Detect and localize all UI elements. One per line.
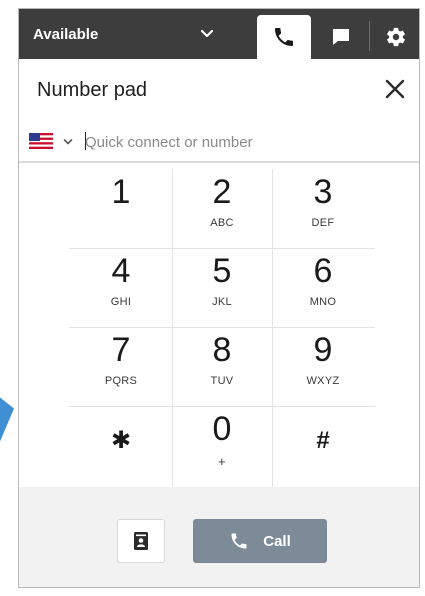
contact-book-icon xyxy=(134,532,148,550)
close-button[interactable] xyxy=(379,73,411,105)
tab-phone[interactable] xyxy=(257,15,311,59)
key-digit: 4 xyxy=(111,252,131,290)
key-8[interactable]: 8 TUV xyxy=(172,327,272,405)
gear-icon xyxy=(387,27,405,47)
close-icon xyxy=(385,79,405,99)
key-letters: JKL xyxy=(212,296,232,308)
phone-icon xyxy=(275,28,293,46)
key-4[interactable]: 4 GHI xyxy=(71,248,171,326)
us-flag-icon[interactable] xyxy=(29,133,53,149)
key-letters: MNO xyxy=(309,296,337,308)
chevron-down-icon xyxy=(200,29,214,38)
key-digit: 7 xyxy=(111,331,131,369)
key-digit: 6 xyxy=(313,252,333,290)
key-1[interactable]: 1 xyxy=(71,169,171,247)
key-letters: WXYZ xyxy=(306,375,340,387)
country-chevron-down-icon[interactable] xyxy=(63,137,73,147)
ccp-softphone-panel: Available Number pad Quick connect or nu… xyxy=(18,8,420,588)
key-digit: 8 xyxy=(212,331,232,369)
key-digit: 2 xyxy=(212,173,232,211)
top-bar: Available xyxy=(19,9,419,59)
tab-divider xyxy=(369,21,370,51)
call-button-label: Call xyxy=(263,532,291,550)
key-6[interactable]: 6 MNO xyxy=(273,248,373,326)
key-5[interactable]: 5 JKL xyxy=(172,248,272,326)
key-letters: GHI xyxy=(110,296,132,308)
key-digit: ✱ xyxy=(110,427,132,454)
chat-icon xyxy=(333,29,349,45)
tab-chat[interactable] xyxy=(317,15,365,59)
key-2[interactable]: 2 ABC xyxy=(172,169,272,247)
call-button[interactable]: Call xyxy=(193,519,327,563)
agent-status-label: Available xyxy=(33,25,99,43)
key-3[interactable]: 3 DEF xyxy=(273,169,373,247)
key-0[interactable]: 0 + xyxy=(172,406,272,484)
key-letters: DEF xyxy=(311,217,335,229)
key-7[interactable]: 7 PQRS xyxy=(71,327,171,405)
key-digit: # xyxy=(316,427,330,454)
phone-icon xyxy=(231,533,247,549)
keypad: 1 2 ABC 3 DEF 4 GHI 5 JKL 6 MNO 7 PQRS 8 xyxy=(69,169,375,487)
key-letters: + xyxy=(218,454,226,469)
key-hash[interactable]: # xyxy=(273,406,373,484)
key-digit: 5 xyxy=(212,252,232,290)
agent-status-dropdown[interactable]: Available xyxy=(19,9,255,59)
key-letters: TUV xyxy=(210,375,234,387)
number-entry-row xyxy=(19,121,419,163)
key-letters: PQRS xyxy=(104,375,138,387)
key-digit: 1 xyxy=(111,173,131,211)
quick-connects-button[interactable] xyxy=(117,519,165,563)
key-digit: 3 xyxy=(313,173,333,211)
tab-settings[interactable] xyxy=(373,15,419,59)
key-digit: 9 xyxy=(313,331,333,369)
callout-pointer xyxy=(0,386,14,442)
page-title: Number pad xyxy=(37,79,148,101)
key-9[interactable]: 9 WXYZ xyxy=(273,327,373,405)
action-footer: Call xyxy=(19,487,419,587)
key-star[interactable]: ✱ xyxy=(71,406,171,484)
quick-connect-number-input[interactable] xyxy=(83,127,407,157)
key-letters: ABC xyxy=(210,217,234,229)
key-digit: 0 xyxy=(212,410,232,448)
